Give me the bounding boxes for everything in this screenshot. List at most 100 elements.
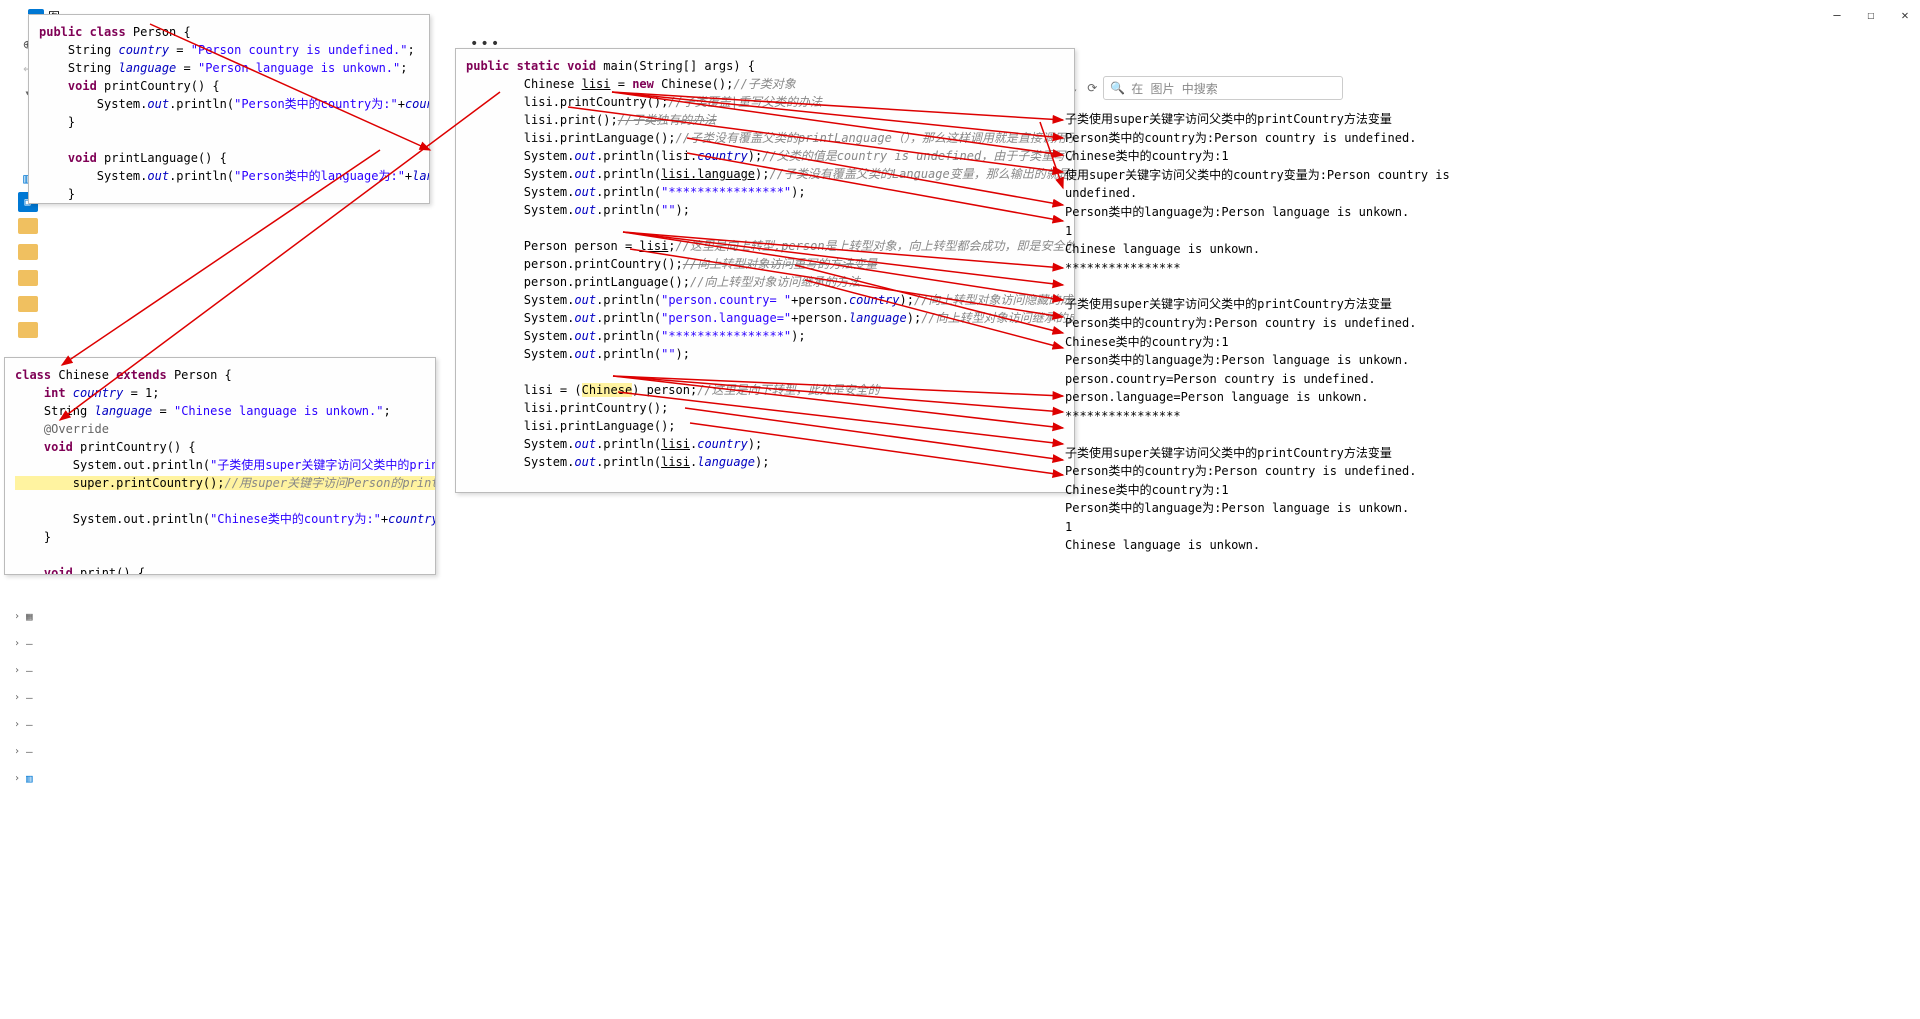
code-text: lisi bbox=[661, 437, 690, 451]
code-text: printCountry() { bbox=[80, 440, 196, 454]
code-text: Chinese bbox=[466, 77, 582, 91]
maximize-button[interactable]: ☐ bbox=[1864, 8, 1878, 22]
code-text: out bbox=[147, 169, 169, 183]
code-text: out bbox=[574, 347, 596, 361]
code-text: .println( bbox=[169, 97, 234, 111]
output-line: Chinese类中的country为:1 bbox=[1065, 333, 1475, 352]
tree-item[interactable]: ›▥ bbox=[14, 772, 33, 785]
code-text: lisi.language bbox=[661, 167, 755, 181]
output-line bbox=[1065, 277, 1475, 295]
tree-item[interactable]: ›— bbox=[14, 745, 33, 758]
close-button[interactable]: ✕ bbox=[1898, 8, 1912, 22]
search-icon: 🔍 bbox=[1110, 81, 1125, 95]
code-text: //子类独有的办法 bbox=[618, 113, 716, 127]
code-text: .println( bbox=[596, 311, 661, 325]
code-text: country bbox=[405, 97, 430, 111]
code-text: //这里是向上转型,person是上转型对象，向上转型都会成功，即是安全的 bbox=[676, 239, 1075, 253]
output-line: Person类中的country为:Person country is unde… bbox=[1065, 462, 1475, 481]
output-line: Person类中的language为:Person language is un… bbox=[1065, 499, 1475, 518]
code-text: System. bbox=[466, 311, 574, 325]
code-text: super.printCountry(); bbox=[15, 476, 225, 490]
code-text: = bbox=[176, 61, 198, 75]
code-text: .println( bbox=[596, 347, 661, 361]
code-text: country bbox=[697, 437, 748, 451]
code-text: "person.language=" bbox=[661, 311, 791, 325]
code-text: //子类对象 bbox=[733, 77, 795, 91]
code-text: System. bbox=[466, 293, 574, 307]
code-text: "Person类中的language为:" bbox=[234, 169, 405, 183]
code-text: ); bbox=[676, 347, 690, 361]
code-text: lisi bbox=[639, 239, 668, 253]
code-text: //用super关键字访问Person的printCountry方法 bbox=[225, 476, 436, 490]
output-line: Chinese language is unkown. bbox=[1065, 240, 1475, 259]
code-text: out bbox=[147, 97, 169, 111]
code-text: +person. bbox=[791, 311, 849, 325]
code-text: ); bbox=[755, 167, 769, 181]
code-text: .println( bbox=[596, 437, 661, 451]
code-text: language bbox=[94, 404, 152, 418]
code-text: int bbox=[15, 386, 73, 400]
code-text: = bbox=[169, 43, 191, 57]
folder-icon[interactable] bbox=[18, 296, 38, 312]
output-line: 使用super关键字访问父类中的country变量为:Person countr… bbox=[1065, 166, 1475, 203]
folder-icon[interactable] bbox=[18, 322, 38, 338]
code-panel-chinese: class Chinese extends Person { int count… bbox=[4, 357, 436, 575]
folder-icon[interactable] bbox=[18, 270, 38, 286]
code-text: person.printLanguage(); bbox=[466, 275, 690, 289]
code-text: ; bbox=[400, 61, 407, 75]
tree-item[interactable]: ›▦ bbox=[14, 610, 33, 623]
code-text: "Person language is unkown." bbox=[198, 61, 400, 75]
tree-item[interactable]: ›— bbox=[14, 718, 33, 731]
tree-item[interactable]: ›— bbox=[14, 691, 33, 704]
window-controls: — ☐ ✕ bbox=[1830, 8, 1912, 22]
code-text: .println( bbox=[596, 185, 661, 199]
folder-icon[interactable] bbox=[18, 218, 38, 234]
code-text: ; bbox=[668, 239, 675, 253]
code-text: //这里是向下转型，此处是安全的 bbox=[697, 383, 879, 397]
code-text: .println( bbox=[596, 329, 661, 343]
code-text: main(String[] args) { bbox=[603, 59, 755, 73]
code-text: lisi.print(); bbox=[466, 113, 618, 127]
code-text: .println( bbox=[596, 167, 661, 181]
output-line: Person类中的country为:Person country is unde… bbox=[1065, 129, 1475, 148]
code-text: System. bbox=[466, 185, 574, 199]
code-text: ) person; bbox=[632, 383, 697, 397]
code-text: //父类的值是country is undefined，由于子类重写了父类的变量… bbox=[762, 149, 1075, 163]
code-text: "" bbox=[661, 347, 675, 361]
refresh-icon[interactable]: ⟳ bbox=[1087, 81, 1097, 95]
code-text: country bbox=[118, 43, 169, 57]
code-text: //向上转型对象访问隐藏的成员变量 bbox=[914, 293, 1075, 307]
code-text: System. bbox=[466, 347, 574, 361]
code-text: //子类没有覆盖父类的printLanguage（），那么这样调用就是直接调用子… bbox=[676, 131, 1075, 145]
code-text: "Person类中的country为:" bbox=[234, 97, 398, 111]
code-text: out bbox=[574, 167, 596, 181]
output-line bbox=[1065, 426, 1475, 444]
code-text: out bbox=[574, 203, 596, 217]
tree-item[interactable]: ›— bbox=[14, 637, 33, 650]
code-text: String bbox=[39, 43, 118, 57]
code-text: lisi bbox=[582, 77, 611, 91]
code-text: "****************" bbox=[661, 185, 791, 199]
code-text: "Chinese类中的country为:" bbox=[210, 512, 381, 526]
minimize-button[interactable]: — bbox=[1830, 8, 1844, 22]
code-text: System. bbox=[39, 97, 147, 111]
code-text: System. bbox=[39, 169, 147, 183]
code-text: = bbox=[152, 404, 174, 418]
code-text: ); bbox=[900, 293, 914, 307]
folder-icon[interactable] bbox=[18, 244, 38, 260]
code-text: Person { bbox=[133, 25, 191, 39]
code-text: System. bbox=[466, 167, 574, 181]
search-input[interactable]: 🔍 在 图片 中搜索 bbox=[1103, 76, 1343, 100]
code-text: //子类覆盖|重写父类的办法 bbox=[668, 95, 822, 109]
code-text: "Person country is undefined." bbox=[191, 43, 408, 57]
code-text: out bbox=[574, 329, 596, 343]
code-text: country bbox=[73, 386, 124, 400]
tree-item[interactable]: ›— bbox=[14, 664, 33, 677]
code-text: } bbox=[466, 491, 502, 493]
search-placeholder: 在 图片 中搜索 bbox=[1131, 80, 1217, 97]
code-text: Person person = bbox=[466, 239, 639, 253]
tree-section: ›▦ ›— ›— ›— ›— ›— ›▥ bbox=[14, 610, 33, 785]
code-text: System. bbox=[466, 329, 574, 343]
code-text: System.out.println( bbox=[15, 512, 210, 526]
code-text: void bbox=[15, 440, 80, 454]
